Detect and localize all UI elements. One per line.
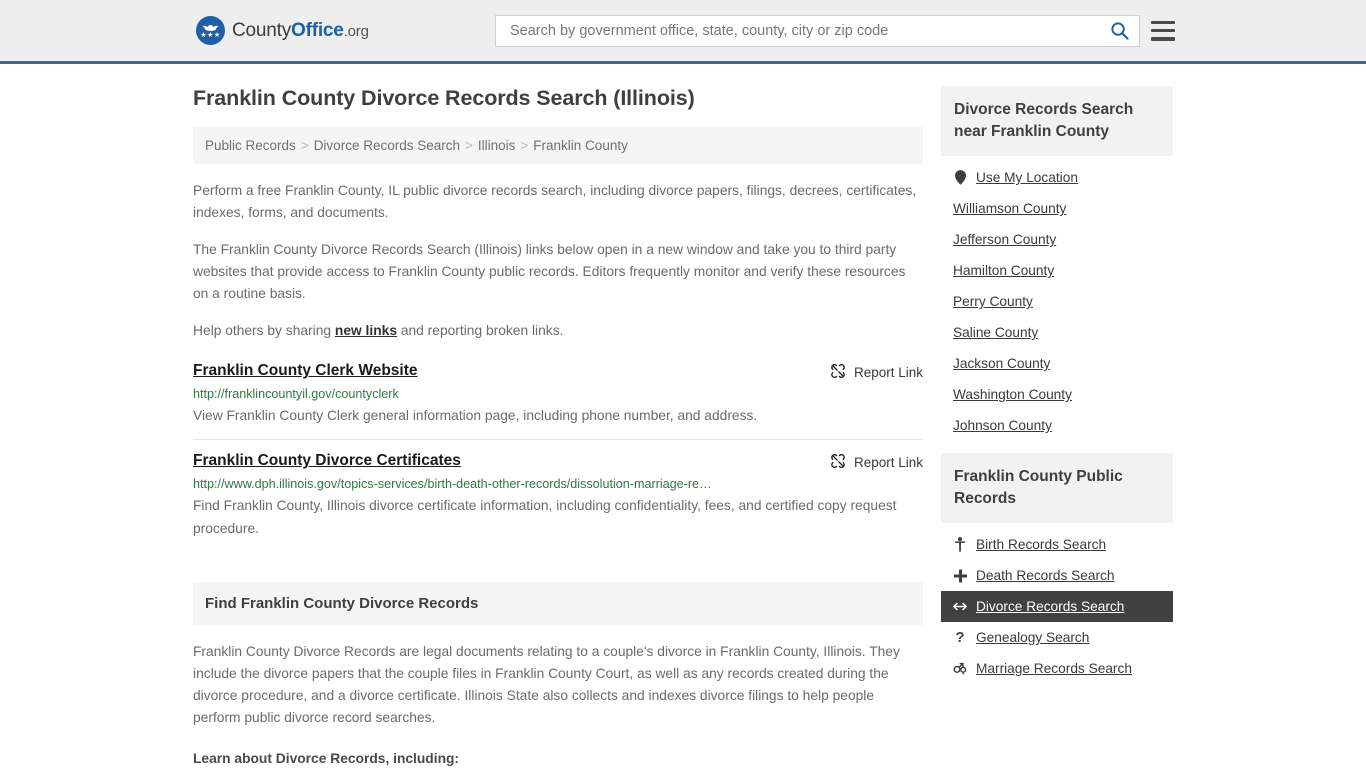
- sidebar-item-johnson-county[interactable]: Johnson County: [941, 410, 1173, 441]
- sidebar-item-genealogy-search[interactable]: ? Genealogy Search: [941, 622, 1173, 653]
- sidebar-item-perry-county[interactable]: Perry County: [941, 286, 1173, 317]
- sidebar-item-marriage-records-search[interactable]: Marriage Records Search: [941, 653, 1173, 684]
- intro-text: Perform a free Franklin County, IL publi…: [193, 180, 923, 342]
- sidebar-item-label: Jefferson County: [953, 232, 1057, 247]
- result-url: http://www.dph.illinois.gov/topics-servi…: [193, 477, 712, 491]
- public-records-panel-heading: Franklin County Public Records: [941, 453, 1173, 523]
- broken-link-icon: [830, 453, 846, 472]
- double-arrow-icon: [953, 601, 967, 612]
- sidebar-item-label: Use My Location: [976, 170, 1078, 185]
- sidebar-item-birth-records-search[interactable]: Birth Records Search: [941, 529, 1173, 560]
- intro-paragraph-2: The Franklin County Divorce Records Sear…: [193, 242, 906, 301]
- sidebar-item-label: Williamson County: [953, 201, 1067, 216]
- learn-about-heading: Learn about Divorce Records, including:: [193, 751, 460, 766]
- section-body: Franklin County Divorce Records are lega…: [193, 641, 923, 768]
- page-body: Franklin County Divorce Records Search (…: [0, 64, 1366, 768]
- stars-glyph: ★★★: [200, 32, 221, 39]
- sidebar-item-divorce-records-search[interactable]: Divorce Records Search: [941, 591, 1173, 622]
- nearby-list: Use My Location Williamson County Jeffer…: [941, 156, 1173, 441]
- site-logo[interactable]: ★★★ CountyOffice.org: [196, 16, 369, 45]
- breadcrumb-separator: >: [520, 138, 529, 153]
- nearby-panel-heading: Divorce Records Search near Franklin Cou…: [941, 86, 1173, 156]
- page-title: Franklin County Divorce Records Search (…: [193, 86, 695, 110]
- question-mark-icon: ?: [955, 629, 965, 646]
- breadcrumb-item-public-records[interactable]: Public Records: [205, 138, 296, 153]
- sidebar-item-label: Genealogy Search: [976, 630, 1090, 645]
- intro-paragraph-3: Help others by sharing new links and rep…: [193, 320, 923, 342]
- report-link-button[interactable]: Report Link: [830, 452, 923, 472]
- search-icon[interactable]: [1108, 21, 1131, 40]
- sidebar-item-label: Death Records Search: [976, 568, 1115, 583]
- section-paragraph: Franklin County Divorce Records are lega…: [193, 644, 900, 725]
- breadcrumb-item-illinois[interactable]: Illinois: [478, 138, 516, 153]
- new-links-link[interactable]: new links: [335, 323, 397, 338]
- sidebar-item-label: Johnson County: [953, 418, 1052, 433]
- site-header: ★★★ CountyOffice.org: [0, 0, 1366, 64]
- result-url: http://franklincountyil.gov/countyclerk: [193, 387, 399, 401]
- intro-paragraph-1: Perform a free Franklin County, IL publi…: [193, 183, 917, 220]
- report-link-label: Report Link: [853, 365, 923, 380]
- share-text-before: Help others by sharing: [193, 323, 335, 338]
- hamburger-bar: [1151, 28, 1175, 33]
- result-description: View Franklin County Clerk general infor…: [193, 408, 758, 423]
- report-link-button[interactable]: Report Link: [830, 362, 923, 382]
- breadcrumb-separator: >: [300, 138, 309, 153]
- search-bar[interactable]: [495, 14, 1140, 47]
- sidebar-item-label: Marriage Records Search: [976, 661, 1132, 676]
- eagle-seal-icon: ★★★: [196, 16, 225, 45]
- main-content: Franklin County Divorce Records Search (…: [193, 86, 923, 768]
- hamburger-menu-icon[interactable]: [1151, 20, 1175, 41]
- result-title-link[interactable]: Franklin County Divorce Certificates: [193, 452, 461, 470]
- logo-wordmark: CountyOffice.org: [232, 19, 369, 41]
- sidebar: Divorce Records Search near Franklin Cou…: [941, 86, 1173, 768]
- sidebar-item-label: Jackson County: [953, 356, 1051, 371]
- sidebar-item-saline-county[interactable]: Saline County: [941, 317, 1173, 348]
- sidebar-item-label: Perry County: [953, 294, 1033, 309]
- cross-icon: [953, 569, 967, 583]
- section-heading: Find Franklin County Divorce Records: [193, 582, 923, 625]
- breadcrumb-separator: >: [465, 138, 473, 153]
- breadcrumb-item-divorce-records-search[interactable]: Divorce Records Search: [314, 138, 460, 153]
- hamburger-bar: [1151, 37, 1175, 41]
- breadcrumb-item-franklin-county[interactable]: Franklin County: [533, 138, 628, 153]
- sidebar-item-death-records-search[interactable]: Death Records Search: [941, 560, 1173, 591]
- hamburger-bar: [1151, 20, 1175, 24]
- nearby-panel: Divorce Records Search near Franklin Cou…: [941, 86, 1173, 441]
- baby-icon: [953, 537, 967, 552]
- sidebar-item-jackson-county[interactable]: Jackson County: [941, 348, 1173, 379]
- result-item: Franklin County Clerk Website Report Lin…: [193, 357, 923, 439]
- report-link-label: Report Link: [853, 455, 923, 470]
- map-pin-icon: [953, 170, 967, 185]
- broken-link-icon: [830, 363, 846, 382]
- breadcrumb: Public Records > Divorce Records Search > Il…: [193, 127, 923, 164]
- public-records-list: Birth Records Search Death Records Searc…: [941, 523, 1173, 684]
- sidebar-item-washington-county[interactable]: Washington County: [941, 379, 1173, 410]
- search-input[interactable]: [508, 21, 1108, 40]
- share-text-after: and reporting broken links.: [397, 323, 564, 338]
- sidebar-item-label: Birth Records Search: [976, 537, 1107, 552]
- public-records-panel: Franklin County Public Records Birth Rec…: [941, 453, 1173, 684]
- sidebar-item-label: Hamilton County: [953, 263, 1055, 278]
- gender-symbols-icon: [953, 662, 967, 675]
- result-item: Franklin County Divorce Certificates Rep…: [193, 439, 923, 552]
- sidebar-item-label: Saline County: [953, 325, 1039, 340]
- sidebar-item-label: Washington County: [953, 387, 1072, 402]
- sidebar-item-hamilton-county[interactable]: Hamilton County: [941, 255, 1173, 286]
- results-list: Franklin County Clerk Website Report Lin…: [193, 357, 923, 552]
- sidebar-item-jefferson-county[interactable]: Jefferson County: [941, 224, 1173, 255]
- result-title-link[interactable]: Franklin County Clerk Website: [193, 362, 418, 380]
- sidebar-item-williamson-county[interactable]: Williamson County: [941, 193, 1173, 224]
- sidebar-item-use-my-location[interactable]: Use My Location: [941, 162, 1173, 193]
- result-description: Find Franklin County, Illinois divorce c…: [193, 498, 897, 536]
- sidebar-item-label: Divorce Records Search: [976, 599, 1125, 614]
